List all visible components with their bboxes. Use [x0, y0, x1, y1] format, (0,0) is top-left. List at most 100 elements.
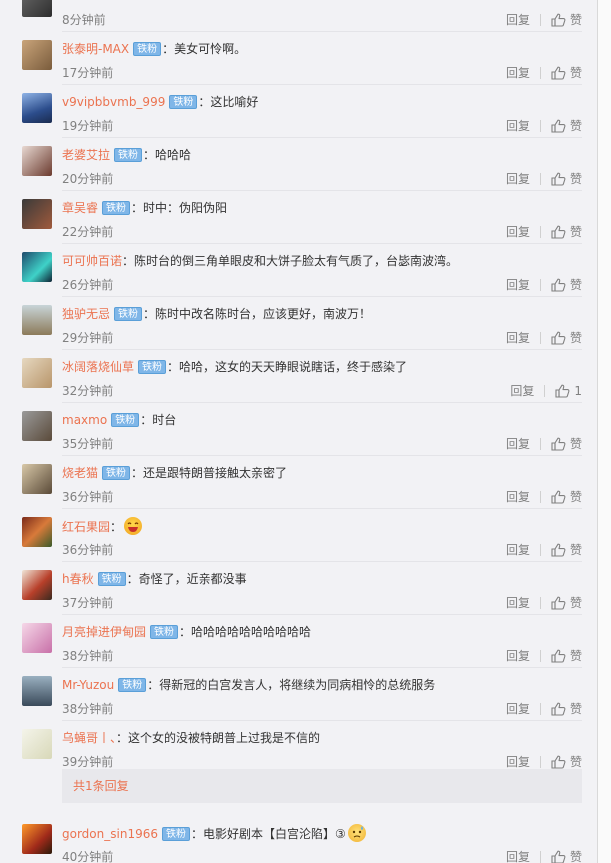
username-link[interactable]: 独驴无忌 [62, 307, 110, 321]
scrollbar-track[interactable] [598, 0, 611, 863]
reply-button[interactable]: 回复 [506, 65, 530, 81]
avatar[interactable] [22, 411, 52, 441]
like-button[interactable]: 赞 [551, 701, 582, 717]
comment-body: 可可帅百诺：陈时台的倒三角单眼皮和大饼子脸太有气质了，台毖南波湾。 [62, 252, 458, 270]
comment-timestamp: 8分钟前 [62, 13, 106, 27]
username-link[interactable]: h春秋 [62, 572, 94, 586]
reply-button[interactable]: 回复 [506, 118, 530, 134]
thumbs-up-icon [551, 66, 566, 80]
thumbs-up-icon [551, 331, 566, 345]
reply-button[interactable]: 回复 [506, 701, 530, 717]
fan-badge: 铁粉 [97, 572, 126, 586]
username-link[interactable]: Mr-Yuzou [62, 678, 114, 692]
comment-separator: ： [198, 95, 211, 109]
reply-button[interactable]: 回复 [510, 383, 534, 399]
avatar[interactable] [22, 252, 52, 282]
avatar[interactable] [22, 570, 52, 600]
avatar[interactable] [22, 517, 52, 547]
reply-button[interactable]: 回复 [506, 330, 530, 346]
comment-timestamp: 26分钟前 [62, 278, 114, 292]
comment-timestamp: 17分钟前 [62, 66, 114, 80]
like-button[interactable]: 赞 [551, 277, 582, 293]
username-link[interactable]: 可可帅百诺 [62, 254, 122, 268]
like-count: 1 [574, 384, 582, 398]
laughing-emoji [124, 517, 143, 535]
comment-text: 电影好剧本【白宫沦陷】③ [203, 827, 346, 841]
like-button[interactable]: 赞 [551, 849, 582, 863]
fan-badge: 铁粉 [114, 307, 143, 321]
more-replies-link[interactable]: 共1条回复 [62, 769, 582, 803]
reply-button[interactable]: 回复 [506, 849, 530, 863]
fan-badge: 铁粉 [138, 360, 167, 374]
like-button[interactable]: 赞 [551, 648, 582, 664]
comment-actions: 回复 赞 [506, 12, 582, 28]
avatar[interactable] [22, 676, 52, 706]
username-link[interactable]: 烧老猫 [62, 466, 98, 480]
username-link[interactable]: 老婆艾拉 [62, 148, 110, 162]
avatar[interactable] [22, 0, 52, 17]
avatar[interactable] [22, 146, 52, 176]
action-divider [539, 226, 541, 238]
like-button[interactable]: 赞 [551, 171, 582, 187]
reply-button[interactable]: 回复 [506, 489, 530, 505]
comment-text: 陈时台的倒三角单眼皮和大饼子脸太有气质了，台毖南波湾。 [134, 254, 459, 268]
comment-item: maxmo 铁粉 ：时台 35分钟前 回复 赞 [0, 403, 598, 456]
avatar[interactable] [22, 199, 52, 229]
reply-button[interactable]: 回复 [506, 595, 530, 611]
like-button[interactable]: 赞 [551, 12, 582, 28]
action-divider [539, 14, 541, 26]
like-button[interactable]: 赞 [551, 436, 582, 452]
like-button[interactable]: 赞 [551, 754, 582, 770]
like-button[interactable]: 赞 [551, 595, 582, 611]
avatar[interactable] [22, 464, 52, 494]
fan-badge: 铁粉 [111, 413, 140, 427]
reply-button[interactable]: 回复 [506, 171, 530, 187]
action-divider [539, 173, 541, 185]
avatar[interactable] [22, 623, 52, 653]
username-link[interactable]: v9vipbbvmb_999 [62, 95, 165, 109]
username-link[interactable]: 冰阔落烧仙草 [62, 360, 134, 374]
username-link[interactable]: 张泰明-MAX [62, 42, 129, 56]
action-divider [539, 597, 541, 609]
comment-body: 乌蝇哥丨、：这个女的没被特朗普上过我是不信的 [62, 729, 320, 747]
reply-button[interactable]: 回复 [506, 542, 530, 558]
comment-separator: ： [162, 42, 175, 56]
more-replies-label: 共1条回复 [73, 779, 129, 793]
reply-button[interactable]: 回复 [506, 12, 530, 28]
avatar[interactable] [22, 824, 52, 854]
username-link[interactable]: 月亮掉进伊甸园 [62, 625, 146, 639]
like-button[interactable]: 1 [555, 383, 582, 399]
reply-button[interactable]: 回复 [506, 224, 530, 240]
like-button[interactable]: 赞 [551, 65, 582, 81]
username-link[interactable]: gordon_sin1966 [62, 827, 158, 841]
comment-actions: 回复 赞 [506, 595, 582, 611]
reply-button[interactable]: 回复 [506, 436, 530, 452]
username-link[interactable]: 章吴睿 [62, 201, 98, 215]
comment-item: 可可帅百诺：陈时台的倒三角单眼皮和大饼子脸太有气质了，台毖南波湾。 26分钟前 回复… [0, 244, 598, 297]
comment-actions: 回复 赞 [506, 277, 582, 293]
avatar[interactable] [22, 40, 52, 70]
like-button[interactable]: 赞 [551, 330, 582, 346]
comment-timestamp: 37分钟前 [62, 596, 114, 610]
like-button[interactable]: 赞 [551, 224, 582, 240]
comment-timestamp: 38分钟前 [62, 702, 114, 716]
avatar[interactable] [22, 305, 52, 335]
thumbs-up-icon [551, 278, 566, 292]
fan-badge: 铁粉 [150, 625, 179, 639]
avatar[interactable] [22, 358, 52, 388]
username-link[interactable]: maxmo [62, 413, 107, 427]
like-button[interactable]: 赞 [551, 542, 582, 558]
username-link[interactable]: 乌蝇哥丨、 [62, 731, 116, 745]
like-button[interactable]: 赞 [551, 118, 582, 134]
like-button[interactable]: 赞 [551, 489, 582, 505]
reply-button[interactable]: 回复 [506, 277, 530, 293]
username-link[interactable]: 红石果园 [62, 520, 110, 534]
avatar[interactable] [22, 729, 52, 759]
comment-text: 美女可怜啊。 [174, 42, 247, 56]
sweat-emoji [347, 824, 366, 842]
avatar[interactable] [22, 93, 52, 123]
comment-separator: ： [190, 827, 203, 841]
comment-body: 冰阔落烧仙草 铁粉 ：哈哈，这女的天天睁眼说瞎话，终于感染了 [62, 358, 407, 376]
reply-button[interactable]: 回复 [506, 754, 530, 770]
reply-button[interactable]: 回复 [506, 648, 530, 664]
